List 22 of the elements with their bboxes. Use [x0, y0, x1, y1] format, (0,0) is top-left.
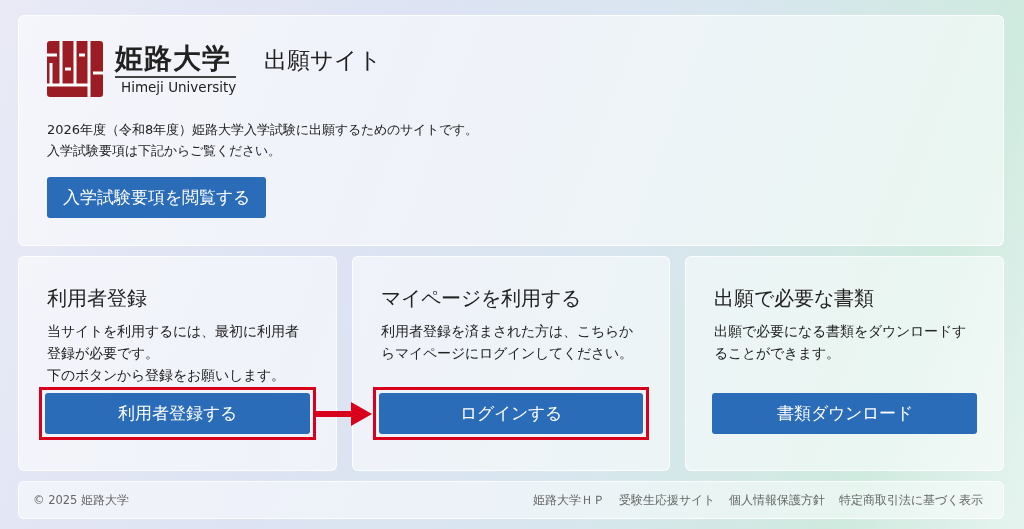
card-button[interactable]: ログインする	[378, 393, 644, 434]
card-description: 出願で必要になる書類をダウンロードすることができます。	[714, 322, 968, 363]
description-text: 入学試験要項は下記からご覧ください。	[47, 142, 282, 160]
logo-subtitle: Himeji University	[120, 77, 237, 96]
footer-link[interactable]: 個人情報保護方針	[729, 492, 825, 508]
copyright-text: © 2025 姫路大学	[33, 492, 130, 508]
logo-text: 姫路大学	[115, 42, 237, 78]
card-title: マイページを利用する	[380, 285, 582, 312]
logo-icon	[47, 41, 103, 97]
footer-link[interactable]: 受験生応援サイト	[619, 492, 715, 508]
site-title: 出願サイト	[264, 45, 383, 75]
guidelines-button[interactable]: 入学試験要項を閲覧する	[47, 177, 266, 218]
description-text: 2026年度（令和8年度）姫路大学入学試験に出願するためのサイトです。	[47, 121, 480, 139]
card-description: 利用者登録を済まされた方は、こちらからマイページにログインしてください。	[380, 322, 634, 363]
card-button[interactable]: 書類ダウンロード	[712, 393, 977, 434]
footer-link[interactable]: 姫路大学ＨＰ	[533, 492, 605, 508]
card-title: 出願で必要な書類	[714, 285, 876, 312]
card-button[interactable]: 利用者登録する	[45, 393, 310, 434]
card-description: 下のボタンから登録をお願いします。	[47, 366, 286, 385]
card-description: 当サイトを利用するには、最初に利用者登録が必要です。	[47, 322, 300, 363]
card-title: 利用者登録	[47, 285, 148, 312]
footer-link[interactable]: 特定商取引法に基づく表示	[839, 492, 983, 508]
